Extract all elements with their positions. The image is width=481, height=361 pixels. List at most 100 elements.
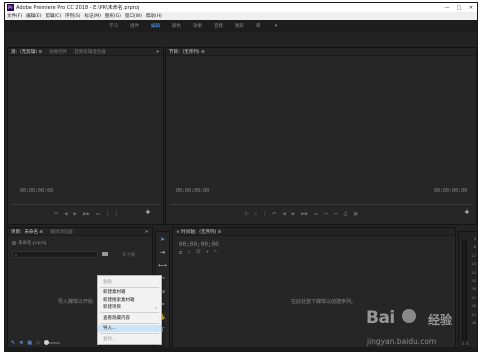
go-to-out-icon[interactable]: ⏭ [314, 211, 318, 217]
list-view-icon[interactable]: ≣ [19, 340, 23, 346]
step-forward-frame-icon[interactable]: ▶▶ [301, 212, 308, 217]
mark-in-icon[interactable]: { [106, 212, 109, 217]
extract-icon[interactable]: ⇔ [334, 212, 338, 217]
workspace-tab-libraries[interactable]: 库 [256, 23, 261, 29]
export-frame-icon[interactable]: ⎙ [344, 211, 348, 217]
new-bin-icon[interactable] [102, 252, 108, 256]
menu-item-import[interactable]: 导入... [98, 324, 161, 332]
track-select-tool-icon[interactable]: ⇥ [158, 248, 167, 257]
write-protect-icon[interactable]: ✎ [11, 340, 15, 346]
project-file-name: 未命名.prproj [18, 241, 47, 246]
timeline-timecode[interactable]: 00;00;00;00 [179, 241, 219, 248]
program-monitor-panel: 节目：(无序列) ≡ 00;00;00;00 00;00;00;00 ⦿ { }… [165, 47, 477, 225]
menu-help[interactable]: 帮助(H) [146, 13, 162, 19]
window-title: Adobe Premiere Pro CC 2018 - E:\PR\未命名.p… [16, 5, 140, 11]
watermark-logo-text: Bai [366, 308, 395, 328]
panel-overflow-icon[interactable]: » [156, 49, 159, 55]
program-scrub-bar[interactable] [170, 204, 472, 205]
menu-item-new-item[interactable]: 新建项目 › [98, 304, 161, 312]
play-icon[interactable]: ▶ [74, 212, 77, 217]
tab-project[interactable]: 项目：未命名 ≡ [11, 229, 43, 235]
selection-tool-icon[interactable]: ➤ [158, 235, 167, 244]
tab-source[interactable]: 源：(无剪辑) ≡ [11, 49, 42, 55]
watermark-logo-suffix: 经验 [428, 313, 453, 327]
workspace-tab-assembly[interactable]: 组件 [130, 23, 139, 29]
project-file-row: 未命名.prproj [12, 240, 46, 246]
menu-sequence[interactable]: 序列(S) [65, 13, 80, 19]
thumbnail-zoom-slider[interactable] [44, 339, 60, 345]
source-transport-controls: ⏮ ◀ ▶ ▶▶ ⏭ { } [54, 211, 118, 218]
meter-tick: -12 [470, 253, 476, 258]
meter-tick: -36 [470, 287, 476, 292]
step-forward-icon[interactable]: ⏭ [96, 211, 100, 217]
project-file-icon [12, 241, 16, 245]
lift-icon[interactable]: ⇔ [324, 212, 328, 217]
workspace-tab-editing[interactable]: 编辑 [151, 23, 160, 29]
panel-overflow-icon[interactable]: » [145, 229, 148, 235]
workspace-tab-audio[interactable]: 音频 [214, 23, 223, 29]
menu-divider [100, 322, 159, 324]
snap-icon[interactable]: ∩ [187, 250, 190, 256]
menu-item-new-bin[interactable]: 新建素材箱 [98, 289, 161, 297]
mark-out-icon[interactable]: } [263, 212, 266, 217]
wrench-icon[interactable]: ✎ [214, 250, 218, 256]
step-back-frame-icon[interactable]: ◀ [282, 212, 285, 217]
baidu-jingyan-watermark: Bai 经验 jingyan.baidu.com [362, 304, 477, 356]
icon-view-icon[interactable]: ▦ [27, 340, 32, 346]
step-forward-frame-icon[interactable]: ▶▶ [83, 212, 90, 217]
compare-view-icon[interactable]: ▣ [353, 212, 357, 217]
step-back-frame-icon[interactable]: ◀ [64, 212, 67, 217]
button-editor-plus-icon[interactable]: + [464, 208, 470, 216]
menu-markers[interactable]: 标记(M) [85, 13, 101, 19]
menu-file[interactable]: 文件(F) [7, 13, 22, 19]
tab-audio-clip-mixer[interactable]: 音频剪辑混合器 [74, 49, 106, 55]
nest-icon[interactable]: ⧉ [179, 250, 182, 256]
step-back-icon[interactable]: ⏮ [54, 211, 58, 217]
project-search-box[interactable]: ⌕ [12, 251, 98, 258]
meter-tick: -42 [470, 295, 476, 300]
button-editor-plus-icon[interactable]: + [145, 208, 151, 216]
project-search-input[interactable] [19, 252, 90, 257]
menu-item-find[interactable]: 查找... [98, 335, 161, 343]
add-marker-icon[interactable]: ▾ [206, 250, 208, 256]
source-scrub-bar[interactable] [12, 204, 159, 205]
tab-effect-controls[interactable]: 效果控件 [49, 49, 67, 55]
workspace-tab-effects[interactable]: 效果 [193, 23, 202, 29]
ripple-edit-tool-icon[interactable]: ⟷ [158, 261, 167, 270]
watermark-url: jingyan.baidu.com [367, 337, 437, 346]
workspace-tab-learn[interactable]: 学习 [109, 23, 118, 29]
program-panel-tabs: 节目：(无序列) ≡ [166, 48, 476, 56]
freeform-view-icon[interactable]: ◇ [36, 340, 40, 346]
add-marker-icon[interactable]: ⦿ [244, 211, 249, 217]
menu-item-new-search-bin[interactable]: 新建搜索素材箱 [98, 296, 161, 304]
workspace-tab-graphics[interactable]: 图形 [235, 23, 244, 29]
title-bar: Pr Adobe Premiere Pro CC 2018 - E:\PR\未命… [5, 3, 477, 12]
menu-edit[interactable]: 编辑(E) [26, 13, 41, 19]
menu-window[interactable]: 窗口(W) [125, 13, 142, 19]
go-to-in-icon[interactable]: ⏮ [272, 211, 276, 217]
play-icon[interactable]: ▶ [292, 212, 295, 217]
menu-clip[interactable]: 剪辑(C) [45, 13, 61, 19]
workspace-tab-color[interactable]: 颜色 [172, 23, 181, 29]
menu-item-paste[interactable]: 粘贴 [98, 278, 161, 286]
mark-in-icon[interactable]: { [255, 212, 258, 217]
tab-timeline[interactable]: × 时间轴：(无序列) ≡ [176, 229, 221, 235]
program-timecode-duration: 00;00;00;00 [434, 188, 468, 194]
mark-out-icon[interactable]: } [115, 212, 118, 217]
close-button[interactable]: ✕ [465, 3, 477, 12]
search-icon: ⌕ [15, 252, 18, 257]
menu-graphics[interactable]: 图形(G) [105, 13, 121, 19]
menu-divider [100, 286, 159, 288]
tab-media-browser[interactable]: 媒体浏览器 [50, 229, 73, 235]
minimize-button[interactable]: — [441, 3, 453, 12]
workspace-overflow-icon[interactable]: » [275, 23, 278, 29]
program-timecode-current[interactable]: 00;00;00;00 [176, 188, 209, 194]
tab-program[interactable]: 节目：(无序列) ≡ [169, 49, 205, 55]
menu-item-view-hidden[interactable]: 查看隐藏内容 [98, 314, 161, 322]
maximize-button[interactable]: □ [453, 3, 465, 12]
linked-selection-icon[interactable]: ⛓ [196, 250, 202, 256]
source-timecode[interactable]: 00;00;00;00 [20, 188, 53, 194]
meter-tick: -18 [470, 262, 476, 267]
project-context-menu: 粘贴 新建素材箱 新建搜索素材箱 新建项目 › 查看隐藏内容 导入... 查找.… [97, 275, 162, 345]
zoom-slider-knob[interactable] [44, 339, 49, 345]
